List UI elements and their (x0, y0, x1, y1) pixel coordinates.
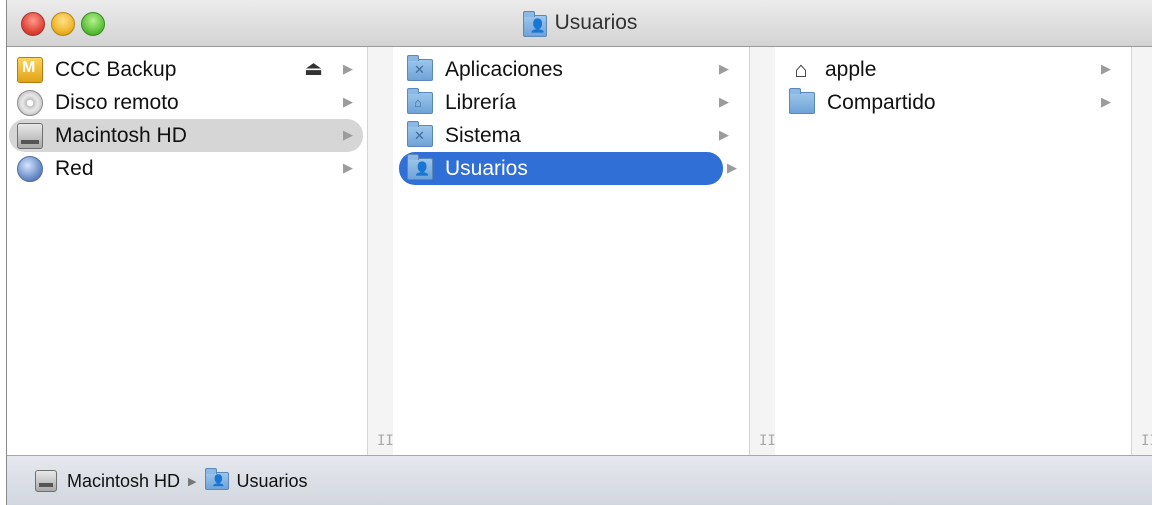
disclosure-arrow-icon: ▶ (343, 160, 353, 175)
disclosure-arrow-icon: ▶ (719, 127, 729, 142)
list-item-label: Disco remoto (55, 90, 179, 114)
users-folder-icon: 👤 (522, 11, 547, 37)
list-item-ccc-backup[interactable]: CCC Backup ⏏ ▶ (9, 53, 363, 86)
folder-icon (789, 87, 815, 114)
resize-grip-icon: II (377, 433, 394, 449)
list-item-compartido[interactable]: Compartido ▶ (781, 86, 1121, 119)
resize-grip-icon: II (759, 433, 776, 449)
disclosure-arrow-icon: ▶ (727, 160, 737, 175)
resize-grip-icon: II (1141, 433, 1152, 449)
disc-icon (17, 89, 43, 116)
list-item-libreria[interactable]: ⌂ Librería ▶ (399, 86, 739, 119)
disclosure-arrow-icon: ▶ (343, 94, 353, 109)
path-item-usuarios[interactable]: Usuarios (237, 471, 308, 492)
network-icon (17, 155, 43, 182)
disclosure-arrow-icon: ▶ (719, 61, 729, 76)
disclosure-arrow-icon: ▶ (343, 127, 353, 142)
list-item-sistema[interactable]: ✕ Sistema ▶ (399, 119, 739, 152)
list-item-apple[interactable]: ⌂ apple ▶ (781, 53, 1121, 86)
window-title: 👤 Usuarios (7, 0, 1152, 46)
home-icon: ⌂ (794, 56, 808, 82)
column-resize-handle[interactable]: II (749, 47, 776, 455)
title-bar[interactable]: 👤 Usuarios (7, 0, 1152, 47)
list-item-label: Usuarios (445, 156, 528, 180)
column-resize-handle[interactable]: II (367, 47, 394, 455)
system-folder-icon: ✕ (407, 120, 433, 147)
list-item-red[interactable]: Red ▶ (9, 152, 363, 185)
list-item-label: Librería (445, 90, 517, 114)
backup-drive-icon (17, 56, 43, 83)
window-title-label: Usuarios (554, 11, 638, 34)
path-bar: Macintosh HD ▶ 👤 Usuarios (7, 455, 1152, 505)
hard-drive-icon (35, 470, 57, 492)
column-devices: CCC Backup ⏏ ▶ Disco remoto ▶ Macintosh … (7, 47, 367, 455)
list-item-label: Compartido (827, 90, 936, 114)
list-item-label: Sistema (445, 123, 521, 147)
disclosure-arrow-icon: ▶ (1101, 94, 1111, 109)
list-item-disco-remoto[interactable]: Disco remoto ▶ (9, 86, 363, 119)
column-macintosh-hd: ✕ Aplicaciones ▶ ⌂ Librería ▶ ✕ Sistema … (393, 47, 749, 455)
disclosure-arrow-icon: ▶ (1101, 61, 1111, 76)
column-resize-handle[interactable]: II (1131, 47, 1152, 455)
column-browser: CCC Backup ⏏ ▶ Disco remoto ▶ Macintosh … (7, 47, 1152, 455)
list-item-usuarios[interactable]: 👤 Usuarios ▶ (399, 152, 737, 185)
list-item-macintosh-hd[interactable]: Macintosh HD ▶ (9, 119, 363, 152)
column-usuarios: ⌂ apple ▶ Compartido ▶ (775, 47, 1131, 455)
users-folder-icon: 👤 (407, 153, 433, 180)
users-folder-icon: 👤 (204, 468, 229, 490)
list-item-label: apple (825, 57, 877, 81)
applications-folder-icon: ✕ (407, 54, 433, 81)
finder-window: 👤 Usuarios CCC Backup ⏏ ▶ Disco remoto ▶… (6, 0, 1152, 505)
list-item-label: Aplicaciones (445, 57, 563, 81)
list-item-aplicaciones[interactable]: ✕ Aplicaciones ▶ (399, 53, 739, 86)
disclosure-arrow-icon: ▶ (343, 61, 353, 76)
hard-drive-icon (17, 122, 43, 149)
path-item-macintosh-hd[interactable]: Macintosh HD (67, 471, 180, 492)
list-item-label: Macintosh HD (55, 123, 187, 147)
library-folder-icon: ⌂ (407, 87, 433, 114)
list-item-label: Red (55, 156, 94, 180)
eject-icon[interactable]: ⏏ (304, 56, 323, 81)
disclosure-arrow-icon: ▶ (719, 94, 729, 109)
path-separator-icon: ▶ (188, 475, 197, 488)
